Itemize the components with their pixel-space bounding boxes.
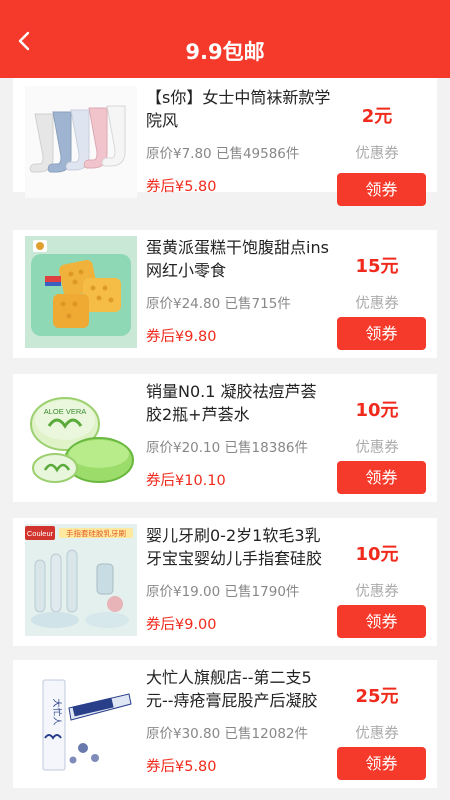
svg-text:ALOE VERA: ALOE VERA (44, 407, 87, 416)
svg-text:大忙人: 大忙人 (51, 698, 63, 725)
product-name[interactable]: 婴儿牙刷0-2岁1软毛3乳牙宝宝婴幼儿手指套硅胶 (146, 524, 332, 570)
product-name[interactable]: 【s你】女士中筒袜新款学院风 (146, 86, 332, 132)
nav-bar: 9.9包邮 (0, 0, 450, 78)
product-info: 婴儿牙刷0-2岁1软毛3乳牙宝宝婴幼儿手指套硅胶 原价¥19.00 已售1790… (146, 524, 332, 634)
product-name[interactable]: 蛋黄派蛋糕干饱腹甜点ins网红小零食 (146, 236, 332, 282)
get-coupon-button[interactable]: 领券 (337, 605, 426, 638)
product-info: 销量N0.1 凝胶祛痘芦荟胶2瓶+芦荟水 原价¥20.10 已售18386件 券… (146, 380, 332, 490)
page-title: 9.9包邮 (185, 40, 265, 64)
product-info: 大忙人旗舰店--第二支5元--痔疮膏屁股产后凝胶 原价¥30.80 已售1208… (146, 666, 332, 776)
product-image-socks[interactable] (25, 86, 137, 198)
get-coupon-button[interactable]: 领券 (337, 747, 426, 780)
original-price-sold: 原价¥19.00 已售1790件 (146, 584, 300, 600)
svg-text:Couleur: Couleur (27, 529, 54, 538)
get-coupon-button[interactable]: 领券 (337, 173, 426, 206)
coupon-amount: 15元 (355, 256, 399, 277)
product-image-toothbrush[interactable]: Couleur 手指套硅胶乳牙刷 (25, 524, 137, 636)
product-card[interactable]: 【s你】女士中筒袜新款学院风 原价¥7.80 已售49586件 券后¥5.80 … (13, 78, 437, 206)
product-list[interactable]: 【s你】女士中筒袜新款学院风 原价¥7.80 已售49586件 券后¥5.80 … (0, 78, 450, 800)
coupon-amount: 25元 (355, 686, 399, 707)
product-card[interactable]: 蛋黄派蛋糕干饱腹甜点ins网红小零食 原价¥24.80 已售715件 券后¥9.… (13, 230, 437, 358)
coupon-label: 优惠券 (355, 726, 399, 742)
original-price-sold: 原价¥30.80 已售12082件 (146, 726, 308, 742)
original-price-sold: 原价¥24.80 已售715件 (146, 296, 291, 312)
price-after-coupon: 券后¥10.10 (146, 473, 226, 489)
get-coupon-button[interactable]: 领券 (337, 461, 426, 494)
coupon-label: 优惠券 (355, 584, 399, 600)
product-card[interactable]: ALOE VERA 销量N0.1 凝胶祛痘芦荟胶2瓶+芦荟水 原价¥20.10 … (13, 374, 437, 502)
coupon-label: 优惠券 (355, 440, 399, 456)
price-after-coupon: 券后¥5.80 (146, 759, 217, 775)
product-info: 蛋黄派蛋糕干饱腹甜点ins网红小零食 原价¥24.80 已售715件 券后¥9.… (146, 236, 332, 346)
price-after-coupon: 券后¥5.80 (146, 179, 217, 195)
coupon-amount: 2元 (361, 106, 393, 127)
product-image-cake[interactable] (25, 236, 137, 348)
coupon-amount: 10元 (355, 544, 399, 565)
product-name[interactable]: 销量N0.1 凝胶祛痘芦荟胶2瓶+芦荟水 (146, 380, 332, 426)
coupon-amount: 10元 (355, 400, 399, 421)
product-image-ointment[interactable]: 大忙人 (25, 668, 137, 780)
svg-text:手指套硅胶乳牙刷: 手指套硅胶乳牙刷 (66, 528, 126, 538)
get-coupon-button[interactable]: 领券 (337, 317, 426, 350)
coupon-label: 优惠券 (355, 146, 399, 162)
product-info: 【s你】女士中筒袜新款学院风 原价¥7.80 已售49586件 券后¥5.80 (146, 86, 332, 196)
price-after-coupon: 券后¥9.00 (146, 617, 217, 633)
product-name[interactable]: 大忙人旗舰店--第二支5元--痔疮膏屁股产后凝胶 (146, 666, 332, 712)
original-price-sold: 原价¥20.10 已售18386件 (146, 440, 308, 456)
coupon-label: 优惠券 (355, 296, 399, 312)
original-price-sold: 原价¥7.80 已售49586件 (146, 146, 300, 162)
product-image-aloe[interactable]: ALOE VERA (25, 380, 137, 492)
product-card[interactable]: Couleur 手指套硅胶乳牙刷 婴儿牙刷0-2岁1软毛3乳牙宝宝婴幼儿手指套硅… (13, 518, 437, 646)
price-after-coupon: 券后¥9.80 (146, 329, 217, 345)
product-card[interactable]: 大忙人 大忙人旗舰店--第二支5元--痔疮膏屁股产后凝胶 原价¥30.80 已售… (13, 660, 437, 788)
